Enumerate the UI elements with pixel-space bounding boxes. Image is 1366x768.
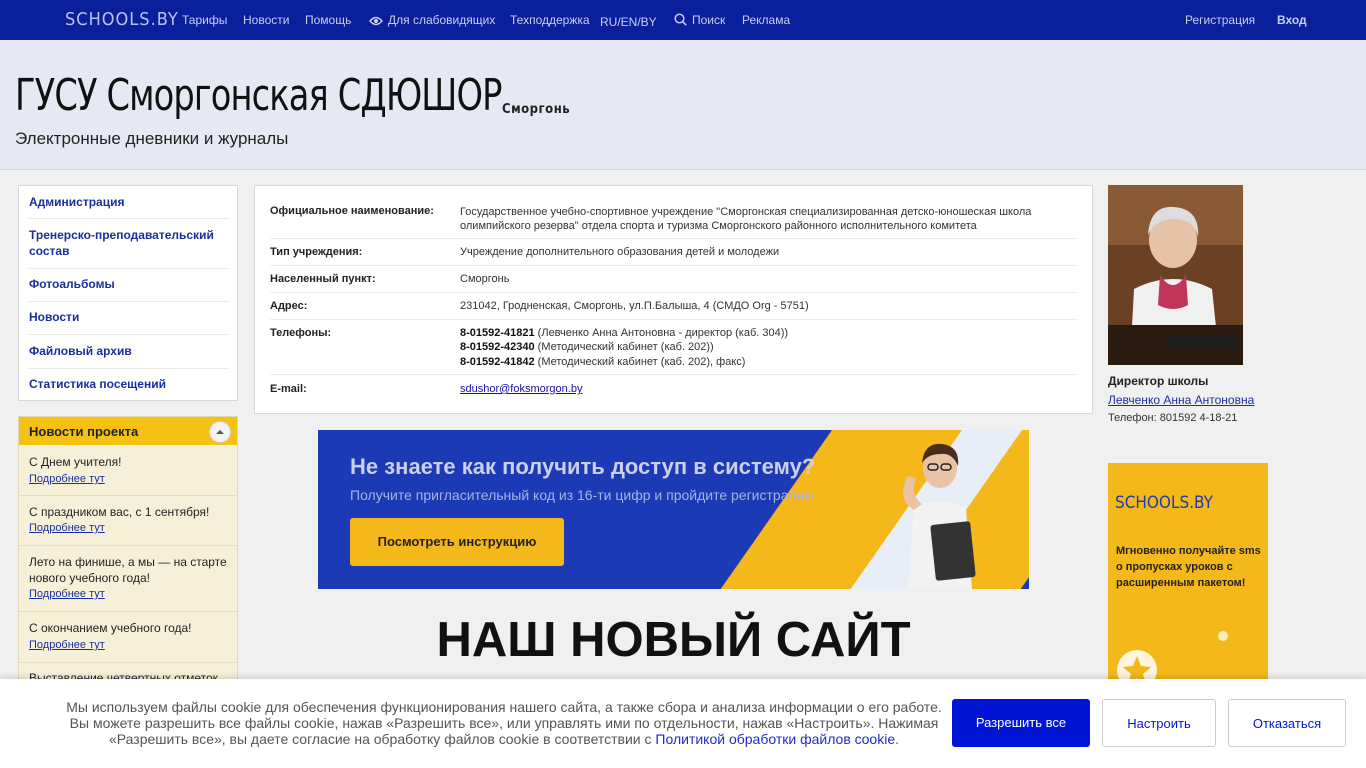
- top-navbar: SCHOOLS.BY Тарифы Новости Помощь Для сла…: [0, 0, 1366, 40]
- divider: [29, 268, 229, 269]
- news-item-title: С окончанием учебного года!: [29, 621, 192, 635]
- banner-subtitle: Получите пригласительный код из 16-ти ци…: [350, 487, 815, 503]
- city-tag: Сморгонь: [502, 102, 571, 117]
- divider: [270, 292, 1078, 293]
- instructions-button[interactable]: Посмотреть инструкцию: [350, 518, 564, 566]
- nav-search-label: Поиск: [692, 13, 726, 27]
- collapse-button[interactable]: [209, 421, 231, 443]
- divider: [29, 301, 229, 302]
- sidebar-item-news[interactable]: Новости: [29, 309, 229, 325]
- allow-all-button[interactable]: Разрешить все: [952, 699, 1090, 747]
- nav-language[interactable]: RU/EN/BY: [600, 15, 657, 29]
- divider: [29, 368, 229, 369]
- cookie-end: .: [895, 731, 900, 747]
- sidebar-item-files[interactable]: Файловый архив: [29, 343, 229, 359]
- school-title: ГУСУ Сморгонская СДЮШОР: [15, 70, 502, 121]
- phone-note: (Методический кабинет (каб. 202), факс): [534, 356, 746, 368]
- phone-note: (Левченко Анна Антоновна - директор (каб…: [534, 327, 789, 339]
- divider: [270, 319, 1078, 320]
- nav-ads[interactable]: Реклама: [742, 13, 790, 27]
- nav-low-vision-label: Для слабовидящих: [388, 13, 496, 27]
- school-header: ГУСУ Сморгонская СДЮШОР Сморгонь Электро…: [0, 40, 1366, 170]
- decline-button[interactable]: Отказаться: [1228, 699, 1346, 747]
- sidebar-menu: Администрация Тренерско-преподавательски…: [18, 185, 238, 401]
- divider: [270, 238, 1078, 239]
- email-link[interactable]: sdushor@foksmorgon.by: [460, 383, 582, 395]
- phone-line: 8-01592-41821 (Левченко Анна Антоновна -…: [460, 326, 1070, 340]
- locality-value: Сморгонь: [460, 273, 510, 285]
- phone-line: 8-01592-41842 (Методический кабинет (каб…: [460, 355, 1070, 369]
- email-value-wrap: sdushor@foksmorgon.by: [460, 382, 1070, 396]
- divider: [29, 334, 229, 335]
- divider: [19, 662, 237, 663]
- divider: [19, 611, 237, 612]
- phone-number: 8-01592-41842: [460, 356, 535, 368]
- nav-tariffs[interactable]: Тарифы: [182, 13, 227, 27]
- news-more-link[interactable]: Подробнее тут: [29, 473, 105, 485]
- divider: [270, 374, 1078, 375]
- divider: [29, 218, 229, 219]
- news-item-title: Лето на финише, а мы — на старте нового …: [29, 555, 227, 585]
- nav-news[interactable]: Новости: [243, 13, 289, 27]
- header-subtitle: Электронные дневники и журналы: [15, 129, 289, 148]
- eye-icon: [369, 16, 383, 26]
- nav-help[interactable]: Помощь: [305, 13, 351, 27]
- divider: [270, 265, 1078, 266]
- cookie-text: Мы используем файлы cookie для обеспечен…: [60, 699, 948, 747]
- nav-low-vision[interactable]: Для слабовидящих: [369, 13, 495, 27]
- school-info-table: Официальное наименование: Государственно…: [254, 185, 1093, 414]
- institution-type-label: Тип учреждения:: [270, 246, 363, 258]
- phone-number: 8-01592-41821: [460, 327, 535, 339]
- sidebar-item-photos[interactable]: Фотоальбомы: [29, 276, 229, 292]
- login-link[interactable]: Вход: [1277, 13, 1307, 27]
- promo-logo: SCHOOLS.BY: [1115, 493, 1213, 513]
- configure-button[interactable]: Настроить: [1102, 699, 1216, 747]
- news-more-link[interactable]: Подробнее тут: [29, 588, 105, 600]
- register-link[interactable]: Регистрация: [1185, 13, 1255, 27]
- search-icon: [674, 13, 687, 26]
- institution-type-value: Учреждение дополнительного образования д…: [460, 246, 780, 258]
- news-header: Новости проекта: [19, 417, 237, 445]
- woman-illustration: [903, 443, 976, 589]
- promo-text: Мгновенно получайте sms о пропусках урок…: [1116, 545, 1261, 589]
- sidebar-item-administration[interactable]: Администрация: [29, 194, 229, 210]
- director-photo: [1108, 185, 1243, 365]
- news-title: Новости проекта: [29, 424, 139, 439]
- director-phone: Телефон: 801592 4-18-21: [1108, 412, 1238, 424]
- news-more-link[interactable]: Подробнее тут: [29, 639, 105, 651]
- sidebar-item-stats[interactable]: Статистика посещений: [29, 376, 229, 392]
- director-name-link[interactable]: Левченко Анна Антоновна: [1108, 393, 1254, 407]
- director-photo-image: [1108, 185, 1243, 365]
- divider: [19, 495, 237, 496]
- sidebar-item-staff[interactable]: Тренерско-преподавательский состав: [29, 227, 229, 259]
- news-item-title: С праздником вас, с 1 сентября!: [29, 505, 210, 519]
- chevron-up-icon: [216, 430, 224, 434]
- phone-line: 8-01592-42340 (Методический кабинет (каб…: [460, 340, 1070, 354]
- banner-heading: Не знаете как получить доступ в систему?: [350, 454, 816, 479]
- director-role: Директор школы: [1108, 374, 1209, 388]
- news-item-title: С Днем учителя!: [29, 455, 122, 469]
- nav-support[interactable]: Техподдержка: [510, 13, 590, 27]
- email-label: E-mail:: [270, 383, 307, 395]
- address-label: Адрес:: [270, 300, 308, 312]
- cookie-banner: Мы используем файлы cookie для обеспечен…: [0, 679, 1366, 768]
- new-site-heading: НАШ НОВЫЙ САЙТ: [436, 613, 911, 667]
- phones-label: Телефоны:: [270, 327, 332, 339]
- site-logo[interactable]: SCHOOLS.BY: [65, 9, 179, 30]
- cookie-policy-link[interactable]: Политикой обработки файлов cookie: [655, 731, 895, 747]
- project-news-panel: Новости проекта С Днем учителя! Подробне…: [18, 416, 238, 696]
- phone-note: (Методический кабинет (каб. 202)): [534, 341, 714, 353]
- official-name-value: Государственное учебно-спортивное учрежд…: [460, 206, 1032, 232]
- access-banner[interactable]: Не знаете как получить доступ в систему?…: [318, 430, 1029, 589]
- nav-search[interactable]: Поиск: [674, 13, 725, 27]
- locality-label: Населенный пункт:: [270, 273, 376, 285]
- address-value: 231042, Гродненская, Сморгонь, ул.П.Балы…: [460, 300, 809, 312]
- sms-promo-ad[interactable]: SCHOOLS.BY Мгновенно получайте sms о про…: [1108, 463, 1268, 703]
- divider: [19, 545, 237, 546]
- news-more-link[interactable]: Подробнее тут: [29, 522, 105, 534]
- official-name-label: Официальное наименование:: [270, 205, 434, 217]
- phone-number: 8-01592-42340: [460, 341, 535, 353]
